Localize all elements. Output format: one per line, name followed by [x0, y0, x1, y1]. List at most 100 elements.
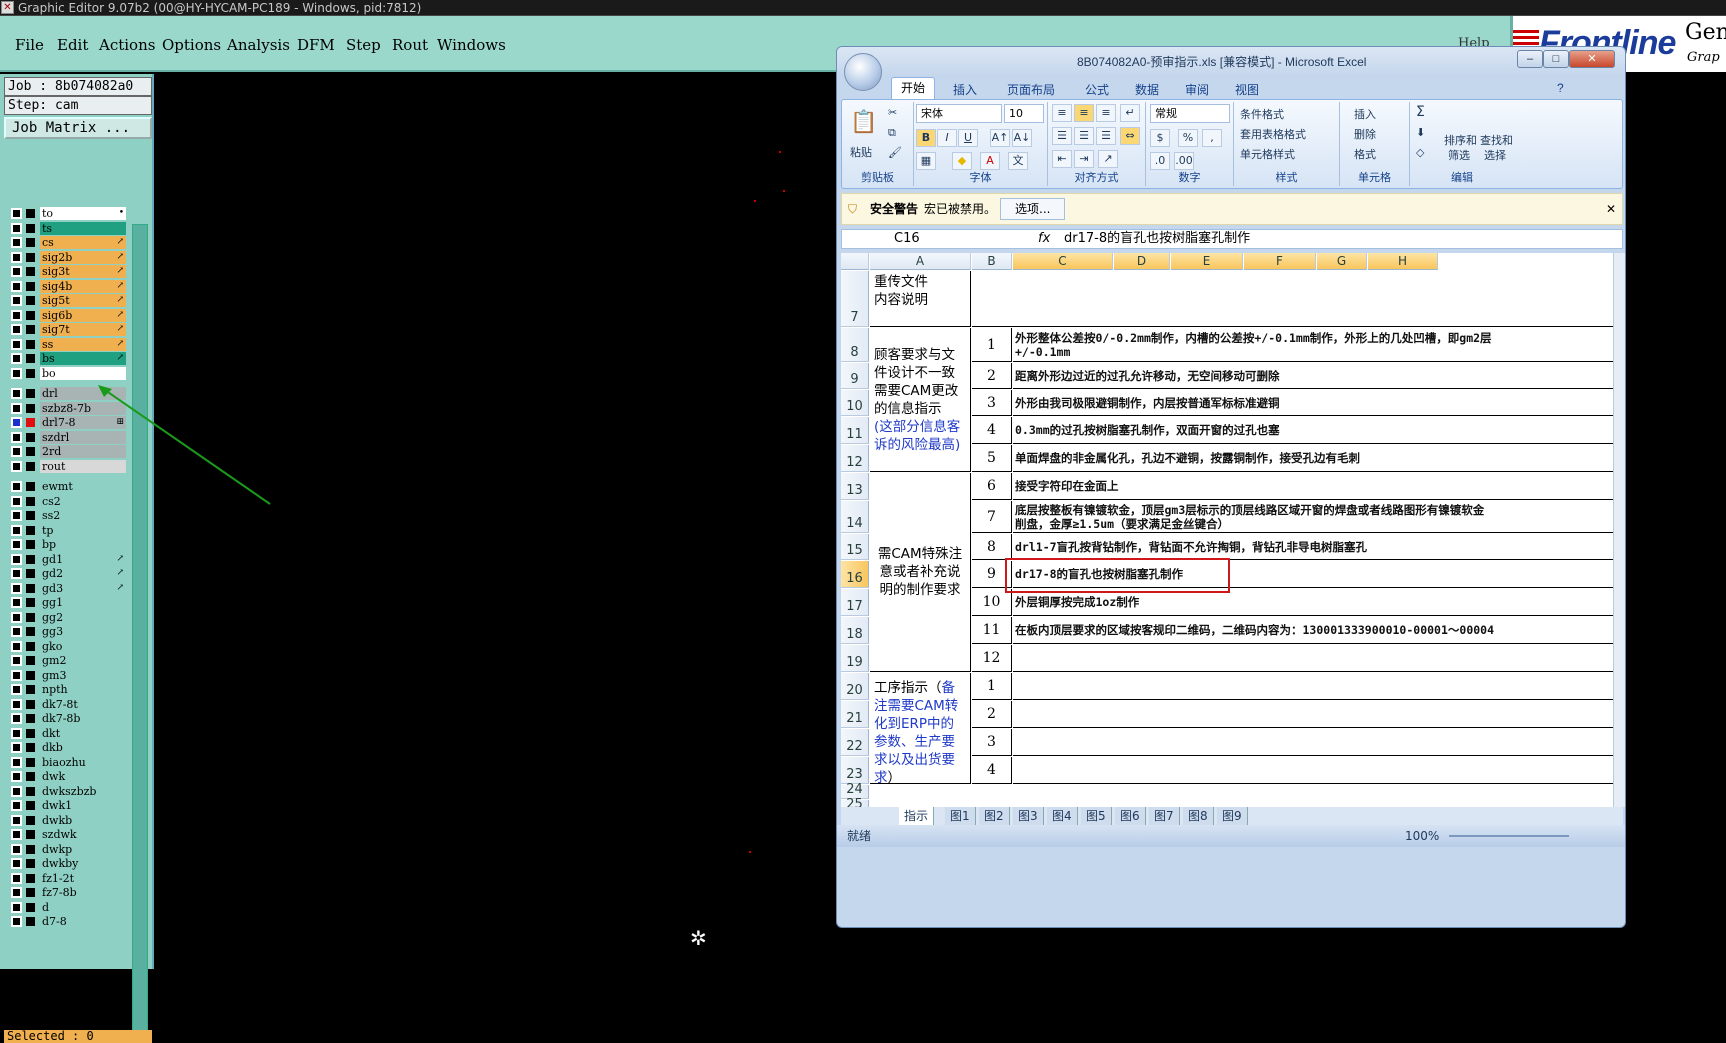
format-painter-icon[interactable]: 🖌: [888, 146, 902, 159]
row-header-22[interactable]: 22: [841, 729, 869, 756]
layer-row-gd2[interactable]: gd2 ↗: [8, 567, 126, 580]
row-header-12[interactable]: 12: [841, 445, 869, 472]
cell-b12[interactable]: 5: [972, 445, 1012, 472]
tab-data[interactable]: 数据: [1135, 81, 1159, 98]
cell-c8[interactable]: 外形整体公差按0/-0.2mm制作，内槽的公差按+/-0.1mm制作，外形上的几…: [1013, 328, 1533, 362]
layer-checkbox[interactable]: [11, 843, 22, 855]
layer-checkbox[interactable]: [11, 814, 22, 826]
cell-a7[interactable]: 重传文件 内容说明: [870, 271, 971, 327]
layer-color-indicator[interactable]: [26, 598, 35, 607]
sheet-tab-0[interactable]: 指示: [899, 807, 935, 825]
layer-name[interactable]: npth: [40, 683, 126, 696]
cell-c14[interactable]: 底层按整板有镍镀软金，顶层gm3层标示的顶层线路区域开窗的焊盘或者线路图形有镍镀…: [1013, 501, 1533, 533]
percent-button[interactable]: %: [1178, 129, 1198, 147]
layer-row-dk7-8t[interactable]: dk7-8t: [8, 697, 126, 711]
row-header-10[interactable]: 10: [841, 390, 869, 416]
layer-color-indicator[interactable]: [26, 432, 35, 442]
layer-name[interactable]: fz7-8b: [40, 886, 126, 899]
layer-checkbox[interactable]: [11, 251, 22, 263]
layer-name[interactable]: biaozhu: [40, 755, 126, 769]
menu-analysis[interactable]: Analysis: [227, 36, 290, 54]
layer-checkbox[interactable]: [11, 510, 22, 521]
row-header-21[interactable]: 21: [841, 701, 869, 728]
layer-color-indicator[interactable]: [26, 873, 35, 883]
fx-icon[interactable]: fx: [1038, 230, 1050, 248]
cell-b13[interactable]: 6: [972, 473, 1012, 500]
layer-row-dwk[interactable]: dwk: [8, 770, 126, 783]
layer-checkbox[interactable]: [11, 698, 22, 710]
layer-color-indicator[interactable]: [26, 496, 35, 506]
tab-page-layout[interactable]: 页面布局: [1007, 81, 1055, 98]
layer-checkbox[interactable]: [11, 222, 22, 234]
cell-b22[interactable]: 3: [972, 729, 1012, 756]
layer-checkbox[interactable]: [11, 524, 22, 536]
layer-row-fz1-2t[interactable]: fz1-2t: [8, 871, 126, 885]
layer-color-indicator[interactable]: [26, 844, 35, 854]
increase-indent-icon[interactable]: ⇥: [1074, 150, 1094, 168]
underline-button[interactable]: U: [958, 129, 978, 147]
row-header-9[interactable]: 9: [841, 363, 869, 389]
layer-color-indicator[interactable]: [26, 569, 35, 578]
layer-row-dwkb[interactable]: dwkb: [8, 813, 126, 827]
layer-color-indicator[interactable]: [26, 772, 35, 781]
layer-color-indicator[interactable]: [26, 757, 35, 767]
layer-color-indicator[interactable]: [26, 786, 35, 796]
layer-row-sig6b[interactable]: sig6b ↗: [8, 308, 126, 322]
sheet-tab-9[interactable]: 图9: [1217, 807, 1248, 825]
layer-checkbox[interactable]: [11, 295, 22, 306]
layer-checkbox[interactable]: [11, 553, 22, 565]
row-header-17[interactable]: 17: [841, 589, 869, 616]
column-header-c[interactable]: C: [1013, 253, 1113, 270]
tab-formulas[interactable]: 公式: [1085, 81, 1109, 98]
cell-a20-group[interactable]: 工序指示（备注需要CAM转化到ERP中的参数、生产要求以及出货要求）: [870, 673, 971, 786]
layer-color-indicator[interactable]: [26, 540, 35, 549]
cut-icon[interactable]: ✂: [888, 106, 897, 119]
layer-checkbox[interactable]: [11, 446, 22, 457]
column-header-e[interactable]: E: [1171, 253, 1243, 270]
sheet-tab-7[interactable]: 图7: [1149, 807, 1180, 825]
layer-color-indicator[interactable]: [26, 418, 35, 427]
layer-checkbox[interactable]: [11, 568, 22, 579]
layer-checkbox[interactable]: [11, 901, 22, 913]
layer-name[interactable]: tp: [40, 523, 126, 537]
bold-button[interactable]: B: [916, 129, 936, 147]
layer-row-gm3[interactable]: gm3: [8, 668, 126, 682]
sheet-tab-8[interactable]: 图8: [1183, 807, 1214, 825]
layer-name[interactable]: d7-8: [40, 915, 126, 928]
layer-row-gg2[interactable]: gg2: [8, 610, 126, 624]
layer-color-indicator[interactable]: [26, 714, 35, 723]
layer-name[interactable]: ts: [40, 221, 126, 235]
layer-row-dkt[interactable]: dkt: [8, 726, 126, 740]
layer-checkbox[interactable]: [11, 338, 22, 350]
layer-name[interactable]: gg2: [40, 610, 126, 624]
layer-row-npth[interactable]: npth: [8, 683, 126, 696]
align-top-icon[interactable]: ≡: [1052, 104, 1072, 122]
cell-c11[interactable]: 0.3mm的过孔按树脂塞孔制作，双面开窗的过孔也塞: [1013, 417, 1533, 444]
column-header-f[interactable]: F: [1244, 253, 1316, 270]
layer-checkbox[interactable]: [11, 309, 22, 321]
layer-row-dwkby[interactable]: dwkby: [8, 857, 126, 870]
layer-name[interactable]: dk7-8b: [40, 712, 126, 725]
close-bar-icon[interactable]: ✕: [1606, 194, 1616, 224]
layer-checkbox[interactable]: [11, 669, 22, 681]
autosum-button[interactable]: Σ: [1416, 104, 1425, 120]
worksheet-grid[interactable]: A B C D E F G H 7 重传文件 内容说明 8 1 外形整体公差按0/-0.2mm制作，内槽的…: [841, 253, 1613, 807]
layer-color-indicator[interactable]: [26, 917, 35, 926]
layer-name[interactable]: gko: [40, 639, 126, 653]
layer-row-gd1[interactable]: gd1 ↗: [8, 552, 126, 566]
layer-name[interactable]: dk7-8t: [40, 697, 126, 711]
layer-checkbox[interactable]: [11, 916, 22, 927]
cell-c12[interactable]: 单面焊盘的非金属化孔，孔边不避铜，按露铜制作，接受孔边有毛刺: [1013, 445, 1533, 472]
layer-row-bs[interactable]: bs ↗: [8, 352, 126, 365]
row-header-25[interactable]: 25: [841, 798, 869, 807]
layer-color-indicator[interactable]: [26, 389, 35, 398]
layer-color-indicator[interactable]: [26, 267, 35, 276]
layer-name[interactable]: d: [40, 900, 126, 914]
layer-row-ss[interactable]: ss ↗: [8, 337, 126, 351]
layer-color-indicator[interactable]: [26, 238, 35, 247]
layer-color-indicator[interactable]: [26, 699, 35, 709]
layer-checkbox[interactable]: [11, 367, 22, 379]
layer-row-gm2[interactable]: gm2: [8, 654, 126, 667]
layer-checkbox[interactable]: [11, 640, 22, 652]
font-size-field[interactable]: 10: [1004, 104, 1044, 123]
